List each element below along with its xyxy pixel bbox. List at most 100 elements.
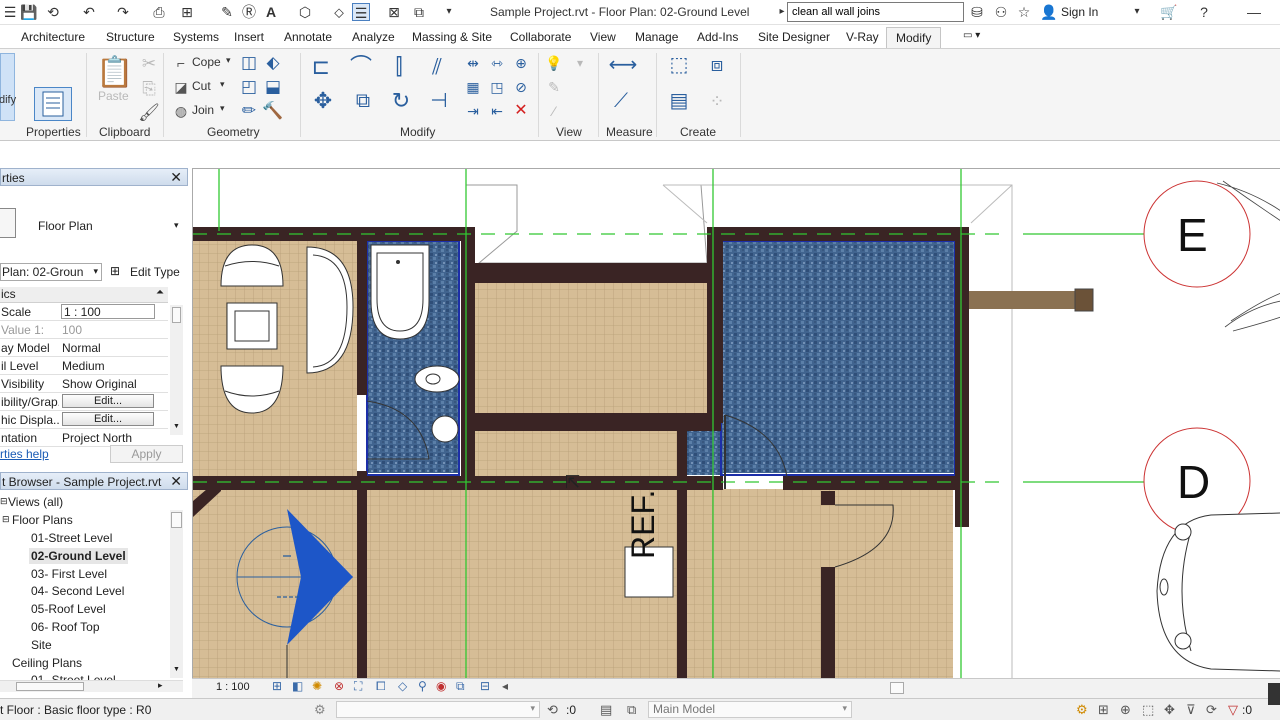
tree-01-street-level[interactable]: 01-Street Level bbox=[31, 531, 112, 545]
create-parts-icon[interactable]: ⧈ bbox=[702, 55, 732, 77]
drag-elements-icon[interactable]: ✥ bbox=[1164, 702, 1175, 718]
view-instance-select[interactable]: Plan: 02-Groun ▾ bbox=[0, 263, 102, 281]
paste-icon[interactable]: 📋 bbox=[96, 55, 133, 90]
close-hidden-icon[interactable]: ⊠ bbox=[385, 3, 403, 21]
ribbon-options-icon[interactable]: ▭ ▾ bbox=[963, 30, 980, 41]
browser-scrollbar[interactable]: ▼ bbox=[170, 510, 183, 678]
rotate-icon[interactable]: ↻ bbox=[390, 90, 412, 113]
crop-view-icon[interactable]: ⛶ bbox=[354, 679, 362, 694]
workset-select[interactable]: ▾ bbox=[336, 701, 540, 718]
text-icon[interactable]: A bbox=[262, 3, 280, 21]
measure-between-icon[interactable]: ⟷ bbox=[606, 55, 640, 77]
join-icon[interactable]: ◍ bbox=[170, 101, 192, 123]
tree-02-ground-level[interactable]: 02-Ground Level bbox=[29, 548, 128, 564]
3d-view-icon[interactable]: ⬡ bbox=[296, 3, 314, 21]
app-menu-icon[interactable]: ☰ bbox=[1, 3, 19, 21]
properties-help-link[interactable]: rties help bbox=[0, 447, 49, 461]
visual-style-icon[interactable]: ◧ bbox=[292, 679, 303, 693]
design-option-select[interactable]: Main Model ▾ bbox=[648, 701, 852, 718]
user-icon[interactable]: 👤 bbox=[1040, 3, 1058, 21]
tab-site-designer[interactable]: Site Designer bbox=[758, 30, 830, 44]
favorites-star-icon[interactable]: ☆ bbox=[1015, 3, 1033, 21]
move-icon[interactable]: ✥ bbox=[312, 90, 334, 113]
array-icon[interactable]: ▦ bbox=[462, 77, 484, 99]
detail-level-icon[interactable]: ⊞ bbox=[272, 679, 282, 693]
select-pinned-icon[interactable]: ⊕ bbox=[1120, 702, 1131, 718]
scroll-left-icon[interactable]: ◂ bbox=[502, 679, 508, 693]
view-dropdown-icon[interactable]: ▾ bbox=[569, 53, 591, 75]
grid-bubble-label-e[interactable]: E bbox=[1177, 208, 1208, 262]
exchange-apps-icon[interactable]: 🛒 bbox=[1160, 3, 1178, 21]
hammer-icon[interactable]: 🔨 bbox=[262, 101, 284, 123]
measure-icon[interactable]: ⊞ bbox=[178, 3, 196, 21]
join-button[interactable]: Join bbox=[192, 103, 214, 117]
align-icon[interactable]: ⊏ bbox=[310, 56, 332, 79]
save-icon[interactable]: 💾 bbox=[20, 3, 38, 21]
split-gap-icon[interactable]: ⇿ bbox=[486, 53, 508, 75]
tab-modify[interactable]: Modify bbox=[886, 27, 942, 49]
edit-type-button[interactable]: Edit Type bbox=[130, 265, 180, 279]
override-graphics-icon[interactable]: ✎ bbox=[543, 77, 565, 99]
tree-views-all[interactable]: Views (all) bbox=[8, 495, 63, 509]
measure-along-icon[interactable]: ⟋ bbox=[610, 91, 632, 113]
cut-clip-icon[interactable]: ✂ bbox=[138, 54, 160, 76]
close-browser-icon[interactable]: ✕ bbox=[170, 473, 182, 490]
pin-icon[interactable]: ⊕ bbox=[510, 53, 532, 75]
apply-button[interactable]: Apply bbox=[110, 445, 183, 463]
undo-icon[interactable]: ↶ bbox=[80, 3, 98, 21]
temporary-view-icon[interactable]: ⧉ bbox=[456, 679, 465, 694]
copy-clip-icon[interactable]: ⎘ bbox=[138, 79, 160, 101]
reveal-hidden-icon[interactable]: ◉ bbox=[436, 679, 446, 693]
type-properties-icon[interactable] bbox=[34, 87, 72, 121]
prop-row-display-model[interactable]: ay Model Normal bbox=[0, 339, 168, 357]
browser-hscrollbar[interactable]: ▸ bbox=[0, 680, 183, 692]
tab-structure[interactable]: Structure bbox=[106, 30, 155, 44]
scale-icon[interactable]: ◳ bbox=[486, 77, 508, 99]
switch-windows-icon[interactable]: ⧉ bbox=[410, 3, 428, 21]
hide-element-icon[interactable]: 💡 bbox=[543, 53, 565, 75]
visibility-edit-button[interactable]: Edit... bbox=[62, 394, 154, 408]
background-processes-icon[interactable]: ⟳ bbox=[1206, 702, 1217, 718]
join-geometry-icon[interactable]: ◫ bbox=[238, 53, 260, 75]
create-assembly-icon[interactable]: ⬚ bbox=[664, 55, 694, 77]
mirror-axis-icon[interactable]: ⫿ bbox=[388, 56, 410, 79]
signin-dropdown-icon[interactable]: ▾ bbox=[1128, 3, 1146, 21]
show-crop-icon[interactable]: ⧠ bbox=[376, 679, 386, 694]
tab-add-ins[interactable]: Add-Ins bbox=[697, 30, 738, 44]
help-icon[interactable]: ? bbox=[1195, 3, 1213, 21]
minimize-icon[interactable]: — bbox=[1245, 3, 1263, 21]
tab-vray[interactable]: V-Ray bbox=[846, 30, 879, 44]
tree-site[interactable]: Site bbox=[31, 638, 52, 652]
properties-scrollbar[interactable]: ▼ bbox=[170, 305, 183, 435]
tab-massing-site[interactable]: Massing & Site bbox=[412, 30, 492, 44]
workset-icon[interactable]: ⚙ bbox=[314, 702, 326, 718]
tree-floor-plans[interactable]: Floor Plans bbox=[12, 513, 73, 527]
mirror-draw-icon[interactable]: ⫽ bbox=[426, 56, 448, 79]
scale-input[interactable]: 1 : 100 bbox=[61, 304, 155, 319]
analytical-model-icon[interactable]: ⊟ bbox=[480, 679, 490, 693]
linework-icon[interactable]: ⁄ bbox=[543, 101, 565, 123]
paint-icon[interactable]: ⬓ bbox=[262, 77, 284, 99]
copy-icon[interactable]: ⧉ bbox=[352, 91, 374, 113]
tab-insert[interactable]: Insert bbox=[234, 30, 264, 44]
section-icon[interactable]: ⬦ bbox=[330, 3, 348, 21]
tab-architecture[interactable]: Architecture bbox=[21, 30, 85, 44]
modify-tool-button[interactable]: dify bbox=[0, 53, 16, 121]
editable-only-icon[interactable]: ⟲ bbox=[547, 702, 558, 718]
drawing-canvas[interactable]: E D REF. ⇱ bbox=[192, 168, 1280, 678]
canvas-hscroll-thumb[interactable] bbox=[890, 682, 904, 694]
trim-icon[interactable]: ⊣ bbox=[428, 91, 450, 113]
collapse-views-icon[interactable]: ⊟ bbox=[0, 496, 8, 507]
sync-icon[interactable]: ⟲ bbox=[44, 3, 62, 21]
split-icon[interactable]: ⇹ bbox=[462, 53, 484, 75]
graphics-section-header[interactable]: ics ⏶ bbox=[0, 287, 168, 303]
unlock-view-icon[interactable]: ◇ bbox=[398, 679, 407, 693]
graphic-display-edit-button[interactable]: Edit... bbox=[62, 412, 154, 426]
thin-lines-icon[interactable]: ☰ bbox=[352, 3, 370, 21]
type-dropdown-icon[interactable]: ▾ bbox=[174, 220, 179, 231]
similar-icon[interactable]: ⁘ bbox=[702, 91, 732, 113]
selection-filter-icon[interactable]: ▽ bbox=[1228, 702, 1238, 718]
paste-button[interactable]: Paste bbox=[98, 89, 129, 103]
wall-joins-icon[interactable]: ⬖ bbox=[262, 53, 284, 75]
select-by-face-icon[interactable]: ⬚ bbox=[1142, 702, 1154, 718]
